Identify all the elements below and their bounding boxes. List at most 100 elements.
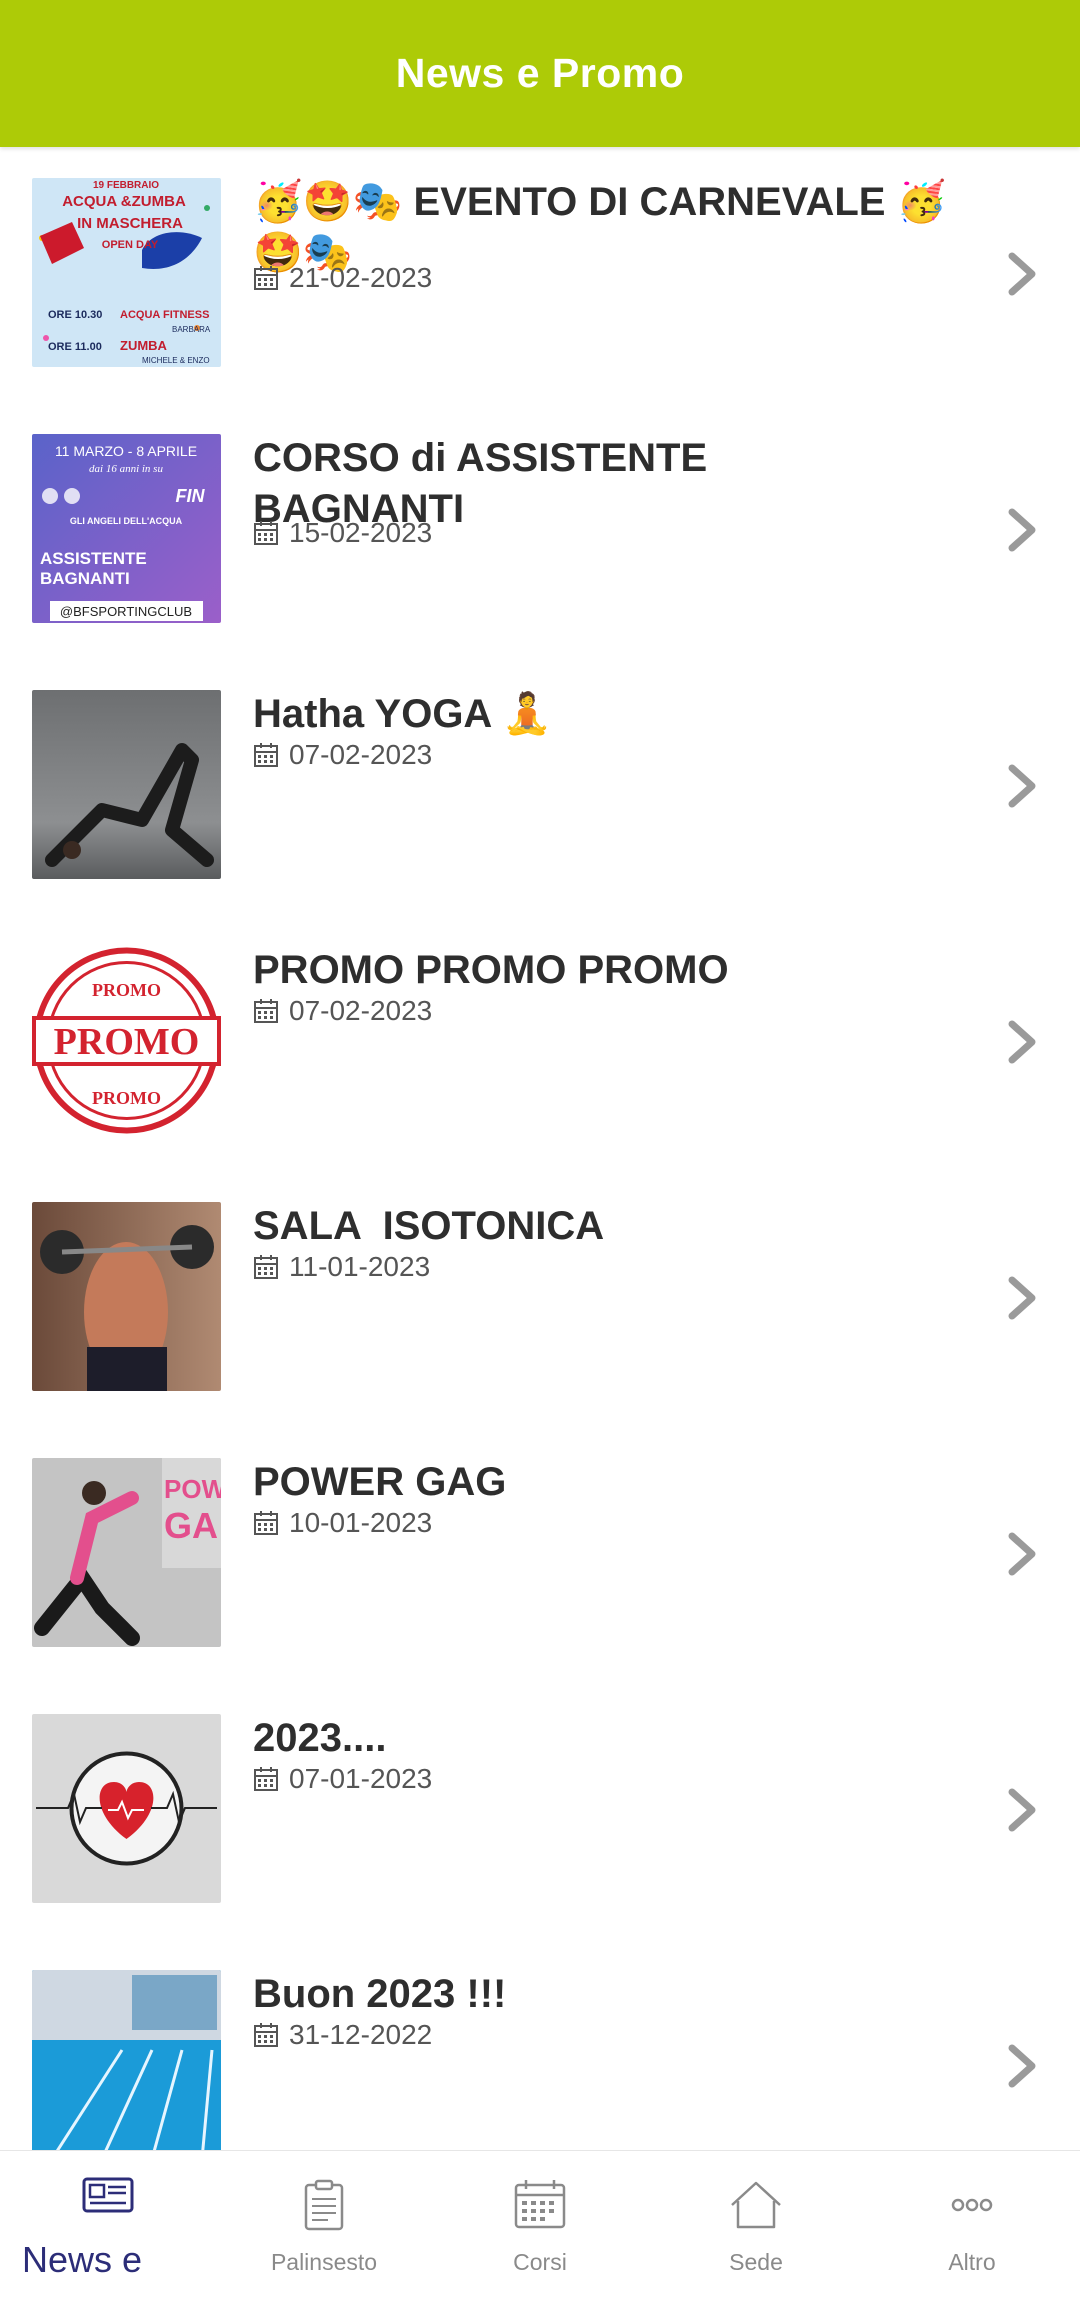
chevron-right-icon[interactable] — [1006, 1787, 1040, 1833]
tab-label: News e — [22, 2239, 143, 2280]
news-date: 07-02-2023 — [289, 995, 433, 1026]
promo-stamp-thumbnail: PROMO PROMO PROMO — [32, 946, 221, 1135]
heartbeat-graphic-image — [32, 1714, 221, 1903]
carnival-poster-image: 19 FEBBRAIO ACQUA &ZUMBA IN MASCHERA OPE… — [32, 178, 221, 367]
news-title: POWER GAG — [253, 1460, 507, 1504]
news-date-row: 21-02-2023 — [253, 262, 432, 294]
newspaper-icon — [82, 2177, 134, 2213]
news-item[interactable]: Hatha YOGA 🧘 07-02-2023 — [0, 659, 1080, 915]
news-date: 31-12-2022 — [289, 2019, 433, 2050]
clipboard-icon — [304, 2179, 344, 2231]
news-title: PROMO PROMO PROMO — [253, 948, 729, 992]
calendar-small-icon — [254, 999, 278, 1023]
news-date-row: 11-01-2023 — [253, 1251, 430, 1283]
calendar-small-icon — [254, 743, 278, 767]
news-title: Buon 2023 !!! — [253, 1972, 507, 2016]
chevron-right-icon[interactable] — [1006, 2043, 1040, 2089]
news-item[interactable]: 2023.... 07-01-2023 — [0, 1683, 1080, 1939]
page-title: News e Promo — [395, 50, 685, 96]
news-date-row: 07-02-2023 — [253, 995, 432, 1027]
news-item[interactable]: POW GA POWER GAG 10-01-2023 — [0, 1427, 1080, 1683]
svg-text:MICHELE & ENZO: MICHELE & ENZO — [142, 356, 210, 365]
news-title: 2023.... — [253, 1716, 387, 1760]
carnival-poster-thumbnail: 19 FEBBRAIO ACQUA &ZUMBA IN MASCHERA OPE… — [32, 178, 221, 367]
bottom-tab-bar: News e Palinsesto Corsi Sede Altro — [0, 2150, 1080, 2299]
calendar-icon — [514, 2180, 566, 2229]
heartbeat-graphic-thumbnail — [32, 1714, 221, 1903]
svg-text:PROMO: PROMO — [92, 980, 161, 1000]
news-date: 07-01-2023 — [289, 1763, 433, 1794]
svg-text:ZUMBA: ZUMBA — [120, 338, 168, 353]
tab-news[interactable]: News e — [0, 2151, 216, 2300]
chevron-right-icon[interactable] — [1006, 763, 1040, 809]
calendar-small-icon — [254, 521, 278, 545]
svg-text:BAGNANTI: BAGNANTI — [40, 569, 130, 588]
chevron-right-icon[interactable] — [1006, 1531, 1040, 1577]
tab-label: Corsi — [513, 2249, 567, 2275]
svg-text:FIN: FIN — [176, 486, 206, 506]
svg-text:POW: POW — [164, 1474, 221, 1504]
tab-corsi[interactable]: Corsi — [432, 2151, 648, 2300]
svg-text:ACQUA &ZUMBA: ACQUA &ZUMBA — [62, 193, 186, 210]
svg-text:@BFSPORTINGCLUB: @BFSPORTINGCLUB — [60, 604, 192, 619]
more-icon — [951, 2198, 993, 2212]
chevron-right-icon[interactable] — [1006, 1275, 1040, 1321]
svg-text:dai 16 anni in su: dai 16 anni in su — [89, 463, 163, 475]
weights-photo-thumbnail — [32, 1202, 221, 1391]
running-photo-image: POW GA — [32, 1458, 221, 1647]
news-date: 10-01-2023 — [289, 1507, 433, 1538]
news-item[interactable]: 11 MARZO - 8 APRILE dai 16 anni in su FI… — [0, 403, 1080, 659]
home-icon — [731, 2181, 781, 2229]
tab-palinsesto[interactable]: Palinsesto — [216, 2151, 432, 2300]
news-item[interactable]: Buon 2023 !!! 31-12-2022 — [0, 1939, 1080, 2150]
svg-text:ORE 11.00: ORE 11.00 — [48, 341, 102, 353]
news-item[interactable]: SALA ISOTONICA 11-01-2023 — [0, 1171, 1080, 1427]
calendar-small-icon — [254, 266, 278, 290]
news-title: SALA ISOTONICA — [253, 1204, 605, 1248]
lifeguard-poster-thumbnail: 11 MARZO - 8 APRILE dai 16 anni in su FI… — [32, 434, 221, 623]
news-list[interactable]: 19 FEBBRAIO ACQUA &ZUMBA IN MASCHERA OPE… — [0, 147, 1080, 2150]
tab-sede[interactable]: Sede — [648, 2151, 864, 2300]
calendar-small-icon — [254, 1511, 278, 1535]
chevron-right-icon[interactable] — [1006, 507, 1040, 553]
news-date: 11-01-2023 — [289, 1251, 431, 1282]
tab-altro[interactable]: Altro — [864, 2151, 1080, 2300]
news-item[interactable]: 19 FEBBRAIO ACQUA &ZUMBA IN MASCHERA OPE… — [0, 147, 1080, 403]
svg-text:ASSISTENTE: ASSISTENTE — [40, 549, 147, 568]
news-date-row: 07-02-2023 — [253, 739, 432, 771]
yoga-photo-thumbnail — [32, 690, 221, 879]
calendar-small-icon — [254, 1255, 278, 1279]
svg-text:19 FEBBRAIO: 19 FEBBRAIO — [93, 180, 159, 191]
svg-text:BARBARA: BARBARA — [172, 325, 211, 334]
news-date-row: 07-01-2023 — [253, 1763, 432, 1795]
news-date: 07-02-2023 — [289, 739, 433, 770]
chevron-right-icon[interactable] — [1006, 1019, 1040, 1065]
tab-label: Sede — [729, 2249, 783, 2275]
svg-text:ORE 10.30: ORE 10.30 — [48, 309, 102, 321]
svg-text:GA: GA — [164, 1505, 218, 1546]
calendar-small-icon — [254, 2023, 278, 2047]
svg-text:PROMO: PROMO — [54, 1021, 200, 1063]
tab-label: Palinsesto — [270, 2249, 378, 2275]
app-header: News e Promo — [0, 0, 1080, 147]
news-date: 21-02-2023 — [289, 262, 433, 293]
svg-text:IN MASCHERA: IN MASCHERA — [77, 215, 183, 232]
news-date: 15-02-2023 — [289, 517, 433, 548]
weights-photo-image — [32, 1202, 221, 1391]
svg-text:11 MARZO - 8 APRILE: 11 MARZO - 8 APRILE — [55, 443, 197, 459]
chevron-right-icon[interactable] — [1006, 251, 1040, 297]
lifeguard-poster-image: 11 MARZO - 8 APRILE dai 16 anni in su FI… — [32, 434, 221, 623]
pool-photo-thumbnail — [32, 1970, 221, 2150]
calendar-small-icon — [254, 1767, 278, 1791]
yoga-photo-image — [32, 690, 221, 879]
news-date-row: 15-02-2023 — [253, 517, 432, 549]
pool-photo-image — [32, 1970, 221, 2150]
svg-text:OPEN DAY: OPEN DAY — [102, 239, 159, 251]
news-title: Hatha YOGA 🧘 — [253, 692, 552, 736]
tab-label: Altro — [948, 2249, 996, 2275]
news-date-row: 10-01-2023 — [253, 1507, 432, 1539]
running-photo-thumbnail: POW GA — [32, 1458, 221, 1647]
news-date-row: 31-12-2022 — [253, 2019, 432, 2051]
news-item[interactable]: PROMO PROMO PROMO PROMO PROMO PROMO 07-0… — [0, 915, 1080, 1171]
svg-text:PROMO: PROMO — [92, 1088, 161, 1108]
